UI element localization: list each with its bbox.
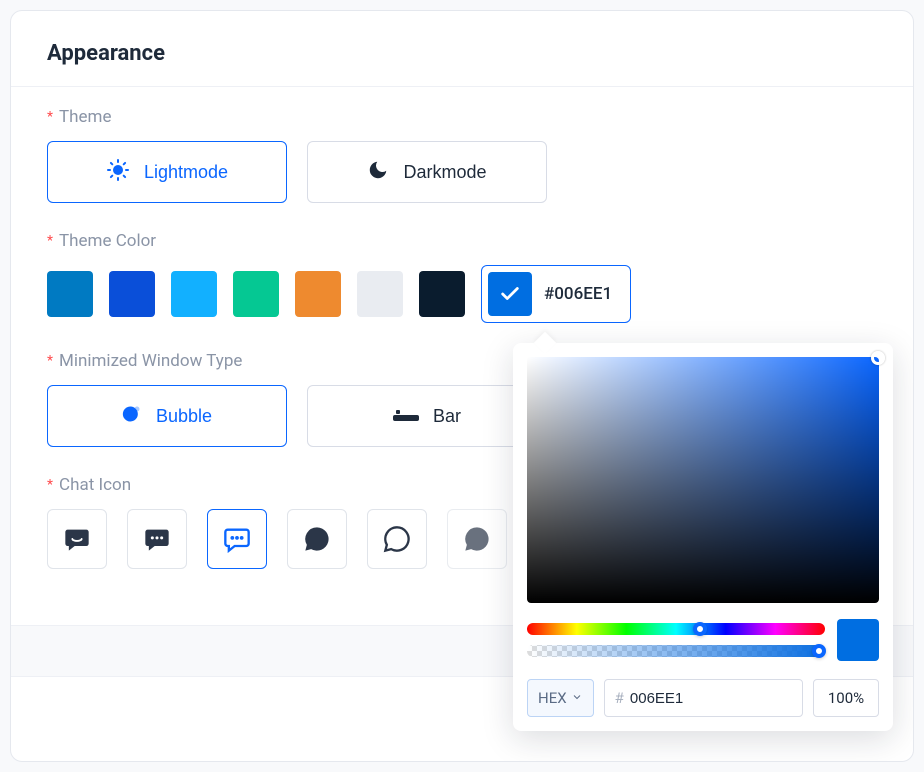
required-asterisk: * xyxy=(47,353,53,369)
theme-color-label: * Theme Color xyxy=(47,231,877,251)
chat-icon-option-5[interactable] xyxy=(447,509,507,569)
required-asterisk: * xyxy=(47,109,53,125)
color-swatch-0[interactable] xyxy=(47,271,93,317)
color-swatch-4[interactable] xyxy=(295,271,341,317)
chat-icon-option-4[interactable] xyxy=(367,509,427,569)
color-swatch-2[interactable] xyxy=(171,271,217,317)
custom-color-hex: #006EE1 xyxy=(544,284,612,304)
chat-icon-option-2[interactable] xyxy=(207,509,267,569)
check-icon xyxy=(488,272,532,316)
theme-options: Lightmode Darkmode xyxy=(47,141,877,203)
minimized-bar-button[interactable]: Bar xyxy=(307,385,547,447)
minimized-option-label: Bubble xyxy=(156,406,212,427)
minimized-option-label: Bar xyxy=(433,406,461,427)
hue-thumb[interactable] xyxy=(693,622,707,636)
custom-color-button[interactable]: #006EE1 xyxy=(481,265,631,323)
swatch-row: #006EE1 xyxy=(47,265,877,323)
sun-icon xyxy=(106,158,130,187)
theme-label: * Theme xyxy=(47,107,877,127)
moon-icon xyxy=(367,159,389,186)
section-header: Appearance xyxy=(11,11,913,87)
saturation-cursor[interactable] xyxy=(871,351,885,365)
saturation-panel[interactable] xyxy=(527,357,879,603)
section-title: Appearance xyxy=(47,41,877,66)
alpha-value: 100% xyxy=(828,689,864,707)
theme-lightmode-button[interactable]: Lightmode xyxy=(47,141,287,203)
format-select[interactable]: HEX xyxy=(527,679,594,717)
format-value: HEX xyxy=(538,689,567,707)
hash-prefix: # xyxy=(615,689,624,707)
color-swatch-1[interactable] xyxy=(109,271,155,317)
hex-input-wrap[interactable]: # xyxy=(604,679,803,717)
color-preview xyxy=(837,619,879,661)
chat-icon-option-3[interactable] xyxy=(287,509,347,569)
theme-darkmode-button[interactable]: Darkmode xyxy=(307,141,547,203)
theme-option-label: Darkmode xyxy=(403,162,486,183)
color-swatch-5[interactable] xyxy=(357,271,403,317)
required-asterisk: * xyxy=(47,233,53,249)
bar-icon xyxy=(393,406,419,427)
hue-slider[interactable] xyxy=(527,623,825,635)
alpha-thumb[interactable] xyxy=(812,644,826,658)
chat-icon-option-1[interactable] xyxy=(127,509,187,569)
picker-input-row: HEX # 100% xyxy=(527,679,879,717)
appearance-panel: Appearance * Theme Lightmode xyxy=(10,10,914,762)
hex-input[interactable] xyxy=(630,690,792,707)
theme-field: * Theme Lightmode Darkmode xyxy=(47,107,877,203)
color-swatch-3[interactable] xyxy=(233,271,279,317)
bubble-icon xyxy=(122,404,142,429)
theme-color-field: * Theme Color #006EE1 xyxy=(47,231,877,323)
theme-option-label: Lightmode xyxy=(144,162,228,183)
chat-icon-option-0[interactable] xyxy=(47,509,107,569)
color-swatch-6[interactable] xyxy=(419,271,465,317)
chevron-down-icon xyxy=(571,689,583,707)
sliders-wrap xyxy=(527,623,825,657)
required-asterisk: * xyxy=(47,477,53,493)
slider-row xyxy=(527,619,879,661)
minimized-bubble-button[interactable]: Bubble xyxy=(47,385,287,447)
alpha-input[interactable]: 100% xyxy=(813,679,879,717)
alpha-slider[interactable] xyxy=(527,645,825,657)
color-picker-popover: HEX # 100% xyxy=(513,343,893,731)
